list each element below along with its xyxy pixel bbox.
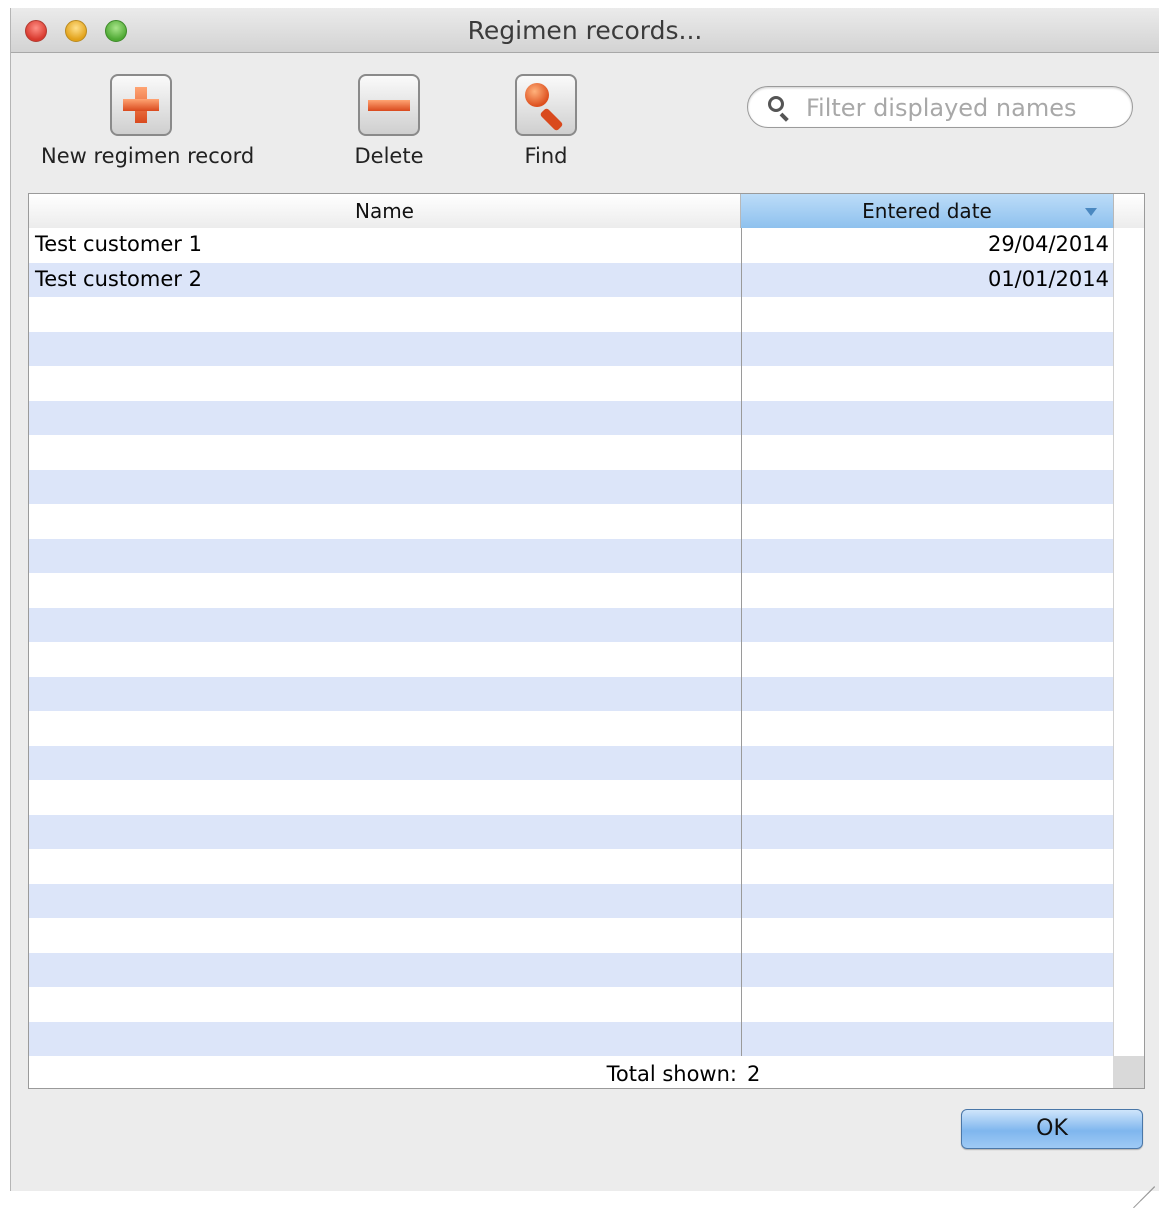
empty-row <box>29 780 1113 815</box>
empty-row <box>29 573 1113 608</box>
find-label: Find <box>524 144 568 168</box>
empty-row <box>29 952 1113 987</box>
regimen-records-window: Regimen records... New regimen record De… <box>10 8 1159 1208</box>
empty-row <box>29 987 1113 1022</box>
empty-row <box>29 366 1113 401</box>
new-regimen-record-button[interactable]: New regimen record <box>41 74 255 168</box>
row-name-cell: Test customer 1 <box>35 232 202 256</box>
empty-row <box>29 504 1113 539</box>
row-name-cell: Test customer 2 <box>35 266 202 291</box>
empty-row <box>29 538 1113 573</box>
empty-row <box>29 331 1113 366</box>
filter-search-field[interactable] <box>747 86 1133 128</box>
empty-row <box>29 297 1113 332</box>
window-title: Regimen records... <box>467 16 703 45</box>
regimen-records-table: Name Entered date Test customer 1 29/04/… <box>28 193 1145 1089</box>
table-header: Name Entered date <box>29 194 1144 229</box>
row-date-cell: 01/01/2014 <box>987 266 1109 291</box>
remove-icon[interactable] <box>358 74 420 136</box>
totals-row: Total shown: 2 <box>29 1056 1113 1088</box>
search-icon <box>768 96 784 112</box>
ok-button[interactable]: OK <box>961 1109 1143 1149</box>
empty-row <box>29 1021 1113 1056</box>
column-header-name[interactable]: Name <box>29 194 741 228</box>
vertical-scrollbar[interactable] <box>1113 228 1144 1088</box>
empty-row <box>29 918 1113 953</box>
sort-descending-icon <box>1085 208 1097 216</box>
delete-button[interactable]: Delete <box>349 74 429 168</box>
row-date-cell: 29/04/2014 <box>987 232 1109 256</box>
empty-row <box>29 469 1113 504</box>
title-bar[interactable]: Regimen records... <box>11 8 1159 53</box>
empty-row <box>29 607 1113 642</box>
column-divider[interactable] <box>741 228 742 1088</box>
find-button[interactable]: Find <box>506 74 586 168</box>
column-header-entered-date[interactable]: Entered date <box>741 194 1113 228</box>
empty-row <box>29 642 1113 677</box>
empty-row <box>29 711 1113 746</box>
column-header-entered-date-label: Entered date <box>862 199 992 223</box>
filter-input[interactable] <box>804 92 1118 124</box>
total-shown-label: Total shown: <box>606 1062 737 1086</box>
add-icon[interactable] <box>110 74 172 136</box>
resize-grip-icon[interactable] <box>1133 1165 1155 1208</box>
magnifier-icon[interactable] <box>515 74 577 136</box>
delete-label: Delete <box>354 144 424 168</box>
new-regimen-record-label: New regimen record <box>41 144 255 168</box>
table-row[interactable]: Test customer 2 01/01/2014 <box>29 262 1113 297</box>
empty-row <box>29 814 1113 849</box>
empty-row <box>29 435 1113 470</box>
total-shown-value: 2 <box>747 1062 761 1086</box>
empty-row <box>29 883 1113 918</box>
empty-row <box>29 676 1113 711</box>
empty-row <box>29 745 1113 780</box>
table-row[interactable]: Test customer 1 29/04/2014 <box>29 228 1113 263</box>
header-filler <box>1113 194 1144 228</box>
empty-row <box>29 400 1113 435</box>
scroll-corner <box>1113 1056 1144 1088</box>
empty-row <box>29 849 1113 884</box>
